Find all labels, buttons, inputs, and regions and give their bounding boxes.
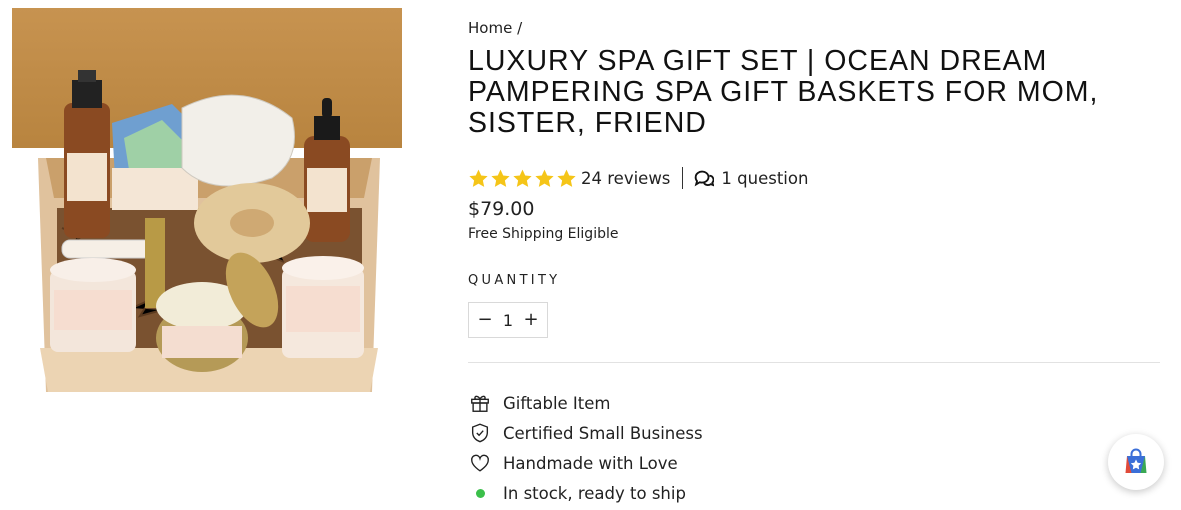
rating-row: 24 reviews 1 question	[468, 166, 1168, 190]
product-price: $79.00	[468, 198, 535, 220]
quantity-label: QUANTITY	[468, 273, 561, 288]
feature-item-handmade: Handmade with Love	[468, 448, 1168, 478]
product-info: Home / LUXURY SPA GIFT SET | OCEAN DREAM…	[468, 18, 1168, 508]
feature-item-in-stock: In stock, ready to ship	[468, 478, 1168, 508]
feature-label: Giftable Item	[503, 393, 611, 413]
product-title: LUXURY SPA GIFT SET | OCEAN DREAM PAMPER…	[468, 45, 1099, 139]
quantity-value[interactable]: 1	[498, 311, 518, 330]
question-bubble-icon[interactable]	[692, 167, 715, 189]
section-divider	[468, 362, 1160, 363]
star-icon	[557, 169, 576, 187]
reviews-link[interactable]: 24 reviews	[581, 169, 670, 188]
shopping-bag-star-icon	[1125, 448, 1147, 473]
star-icon	[513, 169, 532, 187]
star-icon	[469, 169, 488, 187]
star-icon	[491, 169, 510, 187]
in-stock-dot-icon	[468, 481, 492, 505]
product-image[interactable]	[12, 8, 402, 398]
quantity-stepper: − 1 +	[468, 302, 548, 338]
breadcrumb-separator: /	[517, 19, 523, 37]
quantity-increase-button[interactable]: +	[521, 310, 541, 330]
feature-item-small-business: Certified Small Business	[468, 418, 1168, 448]
star-rating[interactable]	[468, 168, 577, 189]
quantity-decrease-button[interactable]: −	[475, 310, 495, 330]
gift-icon	[468, 391, 492, 415]
feature-list: Giftable Item Certified Small Business H…	[468, 388, 1168, 508]
feature-label: Handmade with Love	[503, 453, 678, 473]
stock-status-dot	[475, 488, 485, 498]
floating-shop-button[interactable]	[1108, 434, 1164, 490]
feature-label: Certified Small Business	[503, 423, 703, 443]
shield-check-icon	[468, 421, 492, 445]
question-link[interactable]: 1 question	[721, 169, 808, 188]
rating-divider	[682, 167, 684, 189]
breadcrumb-home-link[interactable]: Home	[468, 19, 512, 37]
heart-icon	[468, 451, 492, 475]
breadcrumb: Home /	[468, 18, 1168, 38]
shipping-note: Free Shipping Eligible	[468, 226, 619, 242]
star-icon	[535, 169, 554, 187]
stock-status-label: In stock, ready to ship	[503, 483, 686, 503]
feature-item-giftable: Giftable Item	[468, 388, 1168, 418]
